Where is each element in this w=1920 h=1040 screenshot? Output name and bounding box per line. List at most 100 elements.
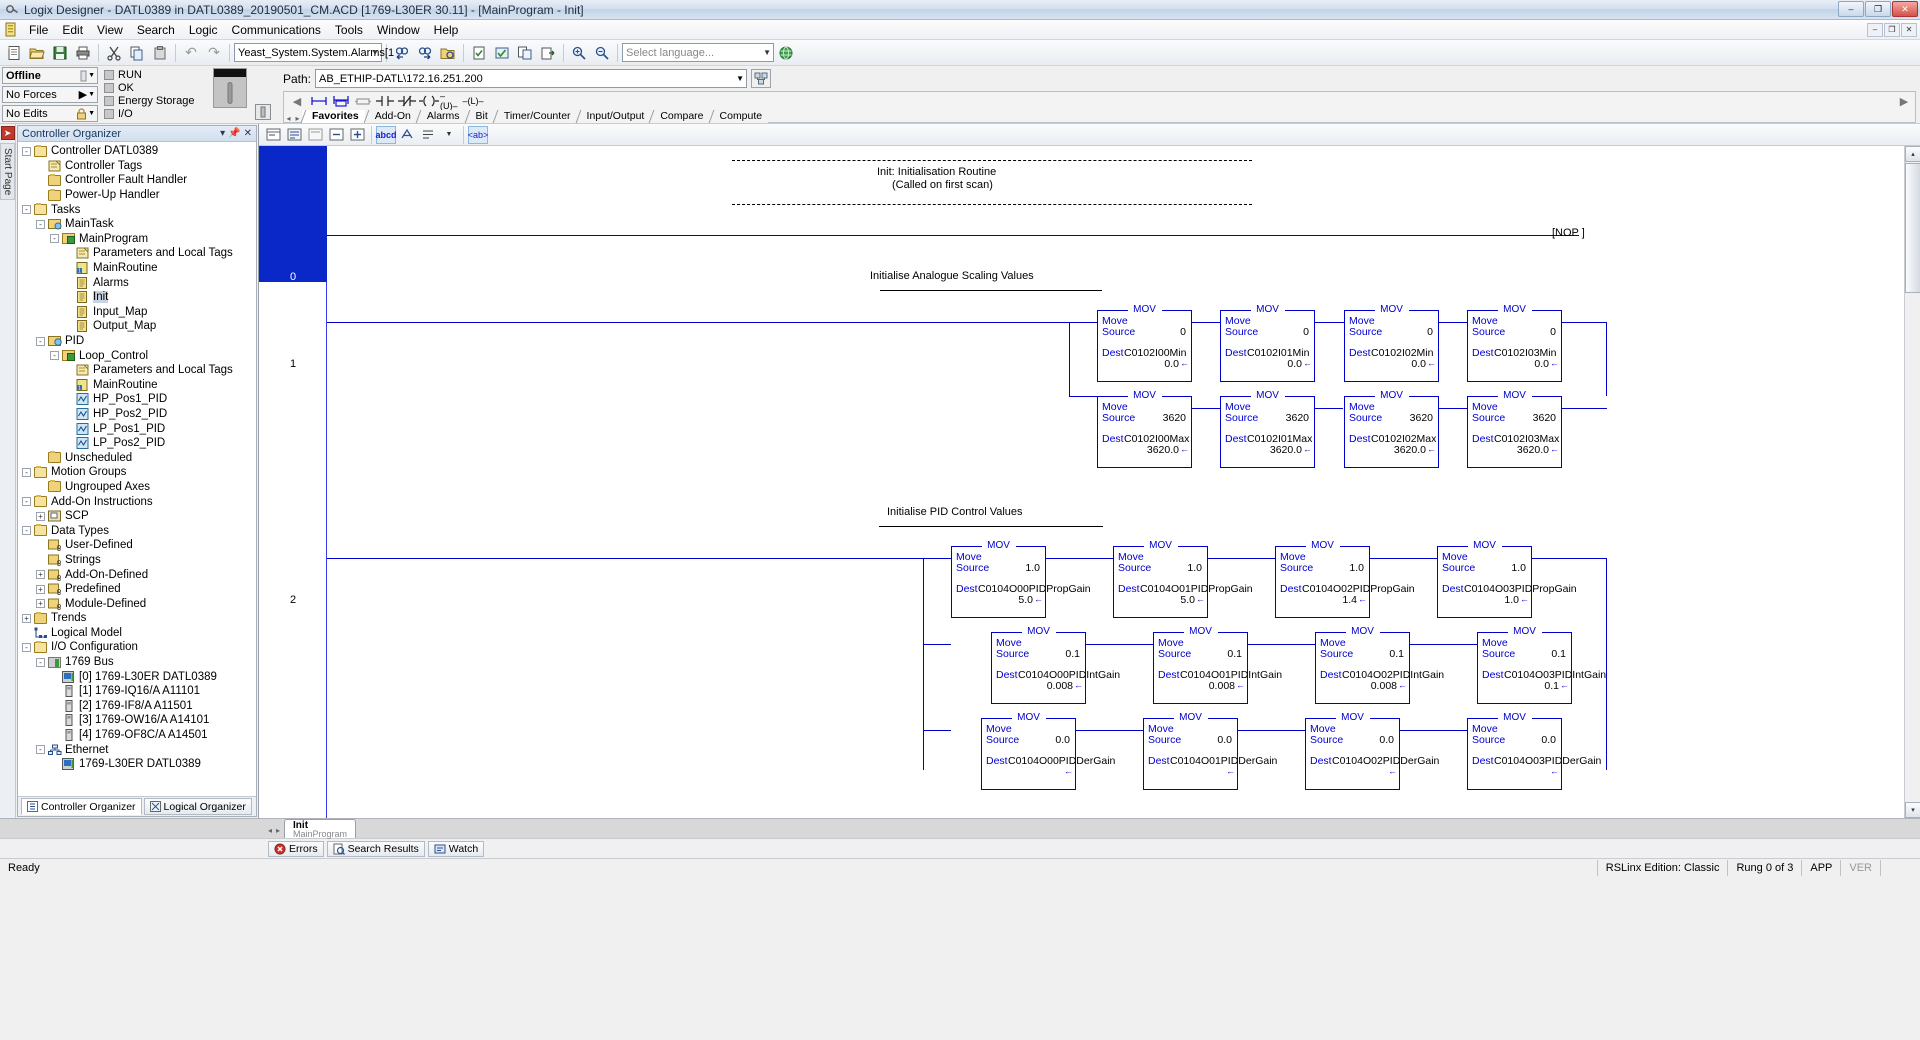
- routine-tab-init[interactable]: Init MainProgram: [284, 819, 357, 839]
- tree-item-output-map[interactable]: Output_Map: [22, 319, 256, 334]
- mov-instruction[interactable]: MOV Move Source 0.1 Dest C0104O03PIDIntGain 0.…: [1477, 626, 1606, 704]
- maximize-button[interactable]: ❐: [1865, 1, 1891, 17]
- menu-window[interactable]: Window: [370, 21, 427, 39]
- output-energize-icon[interactable]: [418, 92, 440, 110]
- tree-item-controller-fault-handler[interactable]: Controller Fault Handler: [22, 173, 256, 188]
- instr-tab-input-output[interactable]: Input/Output: [576, 110, 651, 123]
- mov-source-value[interactable]: 0: [1180, 326, 1186, 338]
- help-globe-icon[interactable]: [775, 42, 797, 64]
- tree-item-hp-pos2-pid[interactable]: HP_Pos2_PID: [22, 407, 256, 422]
- collapse-rungs-icon[interactable]: [326, 126, 346, 144]
- mov-instruction[interactable]: MOV Move Source 3620 Dest C0102I01Max 3620.0 ←: [1220, 390, 1315, 468]
- scroll-up-button[interactable]: ▴: [1905, 146, 1920, 162]
- routine-tab-nav-left[interactable]: ◂: [268, 826, 272, 835]
- collapse-toggle-icon[interactable]: -: [36, 219, 45, 229]
- mov-source-value[interactable]: 0.0: [1055, 734, 1070, 746]
- export-icon[interactable]: [537, 42, 559, 64]
- instr-tab-timer-counter[interactable]: Timer/Counter: [493, 110, 577, 123]
- tree-item-logical-model[interactable]: Logical Model: [22, 626, 256, 641]
- offline-status[interactable]: Offline ▼: [2, 67, 98, 84]
- tree-item-3-1769-ow16-a-a14101[interactable]: [3] 1769-OW16/A A14101: [22, 713, 256, 728]
- tree-item-controller-tags[interactable]: Controller Tags: [22, 159, 256, 174]
- mov-instruction[interactable]: MOV Move Source 3620 Dest C0102I02Max 3620.0 ←: [1344, 390, 1439, 468]
- examine-off-icon[interactable]: [396, 92, 418, 110]
- toggle-rung-comment-icon[interactable]: [263, 126, 283, 144]
- tree-item-mainprogram[interactable]: - MainProgram: [22, 232, 256, 247]
- tree-item-strings[interactable]: Strings: [22, 553, 256, 568]
- mov-source-value[interactable]: 3620: [1533, 412, 1556, 424]
- mov-instruction[interactable]: MOV Move Source 0.1 Dest C0104O01PIDIntGain 0.…: [1153, 626, 1282, 704]
- tree-item-user-defined[interactable]: User-Defined: [22, 538, 256, 553]
- collapse-toggle-icon[interactable]: -: [22, 497, 31, 507]
- copy-icon[interactable]: [126, 42, 148, 64]
- tree-item-ungrouped-axes[interactable]: Ungrouped Axes: [22, 480, 256, 495]
- collapse-toggle-icon[interactable]: -: [50, 234, 59, 244]
- instruction-scroll-left[interactable]: ◀: [286, 92, 308, 110]
- tree-item-init[interactable]: Init: [22, 290, 256, 305]
- mov-source-value[interactable]: 0.0: [1217, 734, 1232, 746]
- tree-item-data-types[interactable]: - Data Types: [22, 523, 256, 538]
- organizer-close-icon[interactable]: ✕: [244, 128, 252, 139]
- tree-item-add-on-instructions[interactable]: - Add-On Instructions: [22, 494, 256, 509]
- browse-tags-icon[interactable]: [437, 42, 459, 64]
- mov-instruction[interactable]: MOV Move Source 0.0 Dest C0104O01PIDDerGain ←: [1143, 712, 1277, 790]
- ladder-vertical-scrollbar[interactable]: ▴ ▾: [1904, 146, 1920, 818]
- redo-icon[interactable]: ↷: [203, 42, 225, 64]
- zoom-in-icon[interactable]: [568, 42, 590, 64]
- instruction-scroll-right[interactable]: ▶: [1893, 92, 1915, 110]
- doc-restore-button[interactable]: ❐: [1884, 22, 1900, 37]
- instr-tab-favorites[interactable]: Favorites: [302, 110, 365, 123]
- tree-item-1-1769-iq16-a-a11101[interactable]: [1] 1769-IQ16/A A11101: [22, 684, 256, 699]
- chevron-down-icon-path[interactable]: ▼: [736, 74, 744, 83]
- edits-status[interactable]: No Edits ▼: [2, 105, 98, 122]
- mov-instruction[interactable]: MOV Move Source 0.1 Dest C0104O00PIDIntGain 0.…: [991, 626, 1120, 704]
- expand-toggle-icon[interactable]: +: [22, 613, 31, 623]
- tab-search-results[interactable]: Search Results: [326, 840, 425, 857]
- new-file-icon[interactable]: [3, 42, 25, 64]
- keyswitch-icon[interactable]: [255, 104, 271, 120]
- collapse-toggle-icon[interactable]: -: [22, 467, 31, 477]
- toggle-descriptions-icon[interactable]: [397, 126, 417, 144]
- branch-level-icon[interactable]: [352, 92, 374, 110]
- mov-source-value[interactable]: 1.0: [1187, 562, 1202, 574]
- tab-controller-organizer[interactable]: Controller Organizer: [21, 798, 142, 815]
- mov-dest-tag[interactable]: C0104O02PIDDerGain: [1332, 755, 1439, 767]
- tree-item-1769-bus[interactable]: - 1769 Bus: [22, 655, 256, 670]
- tree-item-motion-groups[interactable]: - Motion Groups: [22, 465, 256, 480]
- mov-source-value[interactable]: 1.0: [1025, 562, 1040, 574]
- instr-tab-bit[interactable]: Bit: [465, 110, 494, 123]
- expand-toggle-icon[interactable]: +: [36, 511, 45, 521]
- window-controls[interactable]: – ❐ ✕: [1838, 1, 1918, 17]
- undo-icon[interactable]: ↶: [180, 42, 202, 64]
- expand-toggle-icon[interactable]: +: [36, 584, 45, 594]
- tree-item-loop-control[interactable]: - Loop_Control: [22, 348, 256, 363]
- mov-instruction[interactable]: MOV Move Source 0 Dest C0102I03Min 0.0 ←: [1467, 304, 1562, 382]
- tab-errors[interactable]: Errors: [268, 840, 324, 857]
- instr-tab-compare[interactable]: Compare: [650, 110, 710, 123]
- menu-tools[interactable]: Tools: [328, 21, 370, 39]
- new-branch-icon[interactable]: [330, 92, 352, 110]
- cut-icon[interactable]: [103, 42, 125, 64]
- tab-watch[interactable]: Watch: [427, 840, 485, 857]
- show-all-comments-icon[interactable]: [284, 126, 304, 144]
- tree-item-scp[interactable]: + SCP: [22, 509, 256, 524]
- rung-0-selection[interactable]: [259, 146, 327, 282]
- tree-item-predefined[interactable]: + Predefined: [22, 582, 256, 597]
- tree-item-tasks[interactable]: - Tasks: [22, 202, 256, 217]
- menu-search[interactable]: Search: [130, 21, 182, 39]
- mov-source-value[interactable]: 3620: [1163, 412, 1186, 424]
- expand-toggle-icon[interactable]: +: [36, 570, 45, 580]
- offline-dropdown[interactable]: ▼: [80, 70, 95, 82]
- mov-source-value[interactable]: 0: [1427, 326, 1433, 338]
- mov-instruction[interactable]: MOV Move Source 1.0 Dest C0104O01PIDPropGain 5…: [1113, 540, 1253, 618]
- find-prev-icon[interactable]: [391, 42, 413, 64]
- paste-icon[interactable]: [149, 42, 171, 64]
- menu-file[interactable]: File: [22, 21, 55, 39]
- organizer-pin-icon[interactable]: 📌: [228, 128, 240, 139]
- find-next-icon[interactable]: [414, 42, 436, 64]
- organizer-menu-icon[interactable]: ▾: [220, 128, 225, 139]
- mov-instruction[interactable]: MOV Move Source 0 Dest C0102I00Min 0.0 ←: [1097, 304, 1192, 382]
- hide-comments-icon[interactable]: [305, 126, 325, 144]
- doc-close-button[interactable]: ✕: [1901, 22, 1917, 37]
- instr-tab-alarms[interactable]: Alarms: [416, 110, 466, 123]
